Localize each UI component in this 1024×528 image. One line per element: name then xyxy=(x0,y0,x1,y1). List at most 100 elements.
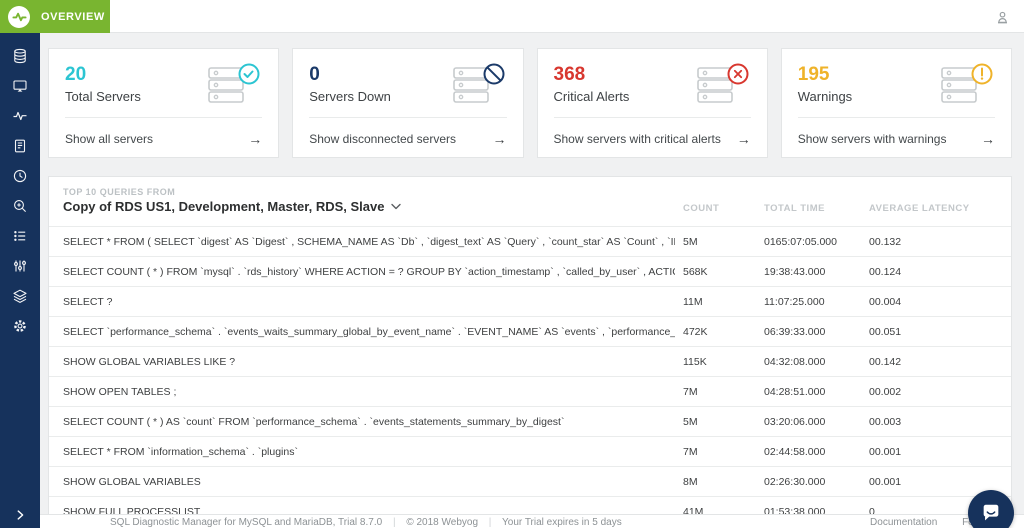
layers-icon[interactable] xyxy=(0,281,40,311)
chat-support-button[interactable] xyxy=(968,490,1014,528)
show-disconnected-servers-link[interactable]: Show disconnected servers → xyxy=(309,131,506,147)
tune-sliders-icon[interactable] xyxy=(0,251,40,281)
copyright: © 2018 Webyog xyxy=(406,517,479,528)
arrow-right-icon: → xyxy=(248,131,263,147)
table-row[interactable]: SELECT COUNT ( * ) FROM `mysql` . `rds_h… xyxy=(49,256,1011,286)
page-title: OVERVIEW xyxy=(41,10,105,23)
arrow-right-icon: → xyxy=(736,131,751,147)
query-table: SELECT * FROM ( SELECT `digest` AS `Dige… xyxy=(49,226,1011,521)
query-count: 472K xyxy=(683,325,708,338)
report-icon[interactable] xyxy=(0,131,40,161)
database-icon[interactable] xyxy=(0,41,40,71)
query-total-time: 04:28:51.000 xyxy=(764,385,826,398)
query-total-time: 06:39:33.000 xyxy=(764,325,826,338)
table-row[interactable]: SHOW GLOBAL VARIABLES LIKE ? 115K 04:32:… xyxy=(49,346,1011,376)
query-avg-latency: 00.001 xyxy=(869,445,902,458)
server-selector-value: Copy of RDS US1, Development, Master, RD… xyxy=(63,199,385,214)
product-version: SQL Diagnostic Manager for MySQL and Mar… xyxy=(110,517,383,528)
query-count: 5M xyxy=(683,235,698,248)
server-stack-warning-icon xyxy=(941,63,995,107)
query-total-time: 0165:07:05.000 xyxy=(764,235,837,248)
query-avg-latency: 00.142 xyxy=(869,355,902,368)
query-text: SHOW OPEN TABLES ; xyxy=(63,385,177,398)
pulse-icon[interactable] xyxy=(0,101,40,131)
column-header-average-latency: AVERAGE LATENCY xyxy=(869,203,970,214)
divider: | xyxy=(488,517,492,528)
table-row[interactable]: SELECT COUNT ( * ) AS `count` FROM `perf… xyxy=(49,406,1011,436)
show-critical-alerts-link[interactable]: Show servers with critical alerts → xyxy=(554,131,751,147)
critical-alerts-card: 368 Critical Alerts Show servers with cr… xyxy=(536,48,768,158)
query-text: SHOW GLOBAL VARIABLES LIKE ? xyxy=(63,355,236,368)
footer-text: SQL Diagnostic Manager for MySQL and Mar… xyxy=(110,517,622,528)
footer-bar: SQL Diagnostic Manager for MySQL and Mar… xyxy=(40,514,1024,528)
query-text: SELECT * FROM ( SELECT `digest` AS `Dige… xyxy=(63,235,675,248)
query-count: 115K xyxy=(683,355,707,368)
link-label: Show servers with warnings xyxy=(797,132,947,146)
main-content: 20 Total Servers Show all servers → 0 Se… xyxy=(40,33,1024,528)
sidebar xyxy=(0,33,40,528)
query-text: SELECT ? xyxy=(63,295,113,308)
query-avg-latency: 00.132 xyxy=(869,235,902,248)
query-avg-latency: 00.003 xyxy=(869,415,902,428)
sidebar-expand-button[interactable] xyxy=(0,504,40,526)
arrow-right-icon: → xyxy=(492,131,507,147)
link-label: Show disconnected servers xyxy=(309,132,456,146)
list-icon[interactable] xyxy=(0,221,40,251)
table-row[interactable]: SELECT * FROM `information_schema` . `pl… xyxy=(49,436,1011,466)
query-count: 7M xyxy=(683,445,698,458)
query-count: 568K xyxy=(683,265,708,278)
table-row[interactable]: SHOW OPEN TABLES ; 7M 04:28:51.000 00.00… xyxy=(49,376,1011,406)
query-total-time: 02:26:30.000 xyxy=(764,475,826,488)
query-avg-latency: 00.002 xyxy=(869,385,902,398)
history-clock-icon[interactable] xyxy=(0,161,40,191)
servers-down-card: 0 Servers Down Show disconnected servers… xyxy=(292,48,524,158)
column-header-count: COUNT xyxy=(683,203,720,214)
link-label: Show servers with critical alerts xyxy=(553,132,721,146)
query-count: 7M xyxy=(683,385,698,398)
query-total-time: 19:38:43.000 xyxy=(764,265,826,278)
query-total-time: 03:20:06.000 xyxy=(764,415,826,428)
table-row[interactable]: SHOW GLOBAL VARIABLES 8M 02:26:30.000 00… xyxy=(49,466,1011,496)
chevron-down-icon xyxy=(391,203,402,210)
panel-eyebrow: TOP 10 QUERIES FROM xyxy=(63,187,176,197)
server-stack-cross-icon xyxy=(696,63,751,107)
trial-status: Your Trial expires in 5 days xyxy=(502,517,622,528)
table-row[interactable]: SELECT ? 11M 11:07:25.000 00.004 xyxy=(49,286,1011,316)
show-all-servers-link[interactable]: Show all servers → xyxy=(65,131,262,147)
query-total-time: 04:32:08.000 xyxy=(764,355,826,368)
monitor-icon[interactable] xyxy=(0,71,40,101)
query-count: 8M xyxy=(683,475,698,488)
documentation-link[interactable]: Documentation xyxy=(870,517,937,528)
query-avg-latency: 00.004 xyxy=(869,295,902,308)
query-count: 5M xyxy=(683,415,698,428)
show-warnings-link[interactable]: Show servers with warnings → xyxy=(798,131,995,147)
top-queries-panel: TOP 10 QUERIES FROM Copy of RDS US1, Dev… xyxy=(48,176,1012,522)
query-text: SELECT COUNT ( * ) AS `count` FROM `perf… xyxy=(63,415,565,428)
chat-bubble-icon xyxy=(983,504,999,521)
column-header-total-time: TOTAL TIME xyxy=(764,203,825,214)
query-avg-latency: 00.051 xyxy=(869,325,902,338)
overview-tab[interactable]: OVERVIEW xyxy=(0,0,110,33)
warnings-card: 195 Warnings Show servers with warnings … xyxy=(780,48,1012,158)
arrow-right-icon: → xyxy=(981,131,995,147)
table-row[interactable]: SELECT `performance_schema` . `events_wa… xyxy=(49,316,1011,346)
server-stack-check-icon xyxy=(208,63,262,107)
top-bar: OVERVIEW xyxy=(0,0,1024,33)
query-avg-latency: 00.124 xyxy=(869,265,902,278)
table-row[interactable]: SELECT * FROM ( SELECT `digest` AS `Dige… xyxy=(49,226,1011,256)
query-avg-latency: 00.001 xyxy=(869,475,902,488)
divider: | xyxy=(392,517,396,528)
query-text: SELECT COUNT ( * ) FROM `mysql` . `rds_h… xyxy=(63,265,675,278)
query-count: 11M xyxy=(683,295,703,308)
total-servers-card: 20 Total Servers Show all servers → xyxy=(48,48,280,158)
query-text: SHOW GLOBAL VARIABLES xyxy=(63,475,201,488)
query-text: SELECT `performance_schema` . `events_wa… xyxy=(63,325,675,338)
link-label: Show all servers xyxy=(65,132,154,146)
server-selector-dropdown[interactable]: Copy of RDS US1, Development, Master, RD… xyxy=(63,199,402,214)
query-search-icon[interactable] xyxy=(0,191,40,221)
user-icon[interactable] xyxy=(992,7,1012,27)
settings-gear-icon[interactable] xyxy=(0,311,40,341)
metric-cards: 20 Total Servers Show all servers → 0 Se… xyxy=(48,48,1012,158)
pulse-logo-icon xyxy=(8,5,30,28)
query-total-time: 02:44:58.000 xyxy=(764,445,826,458)
